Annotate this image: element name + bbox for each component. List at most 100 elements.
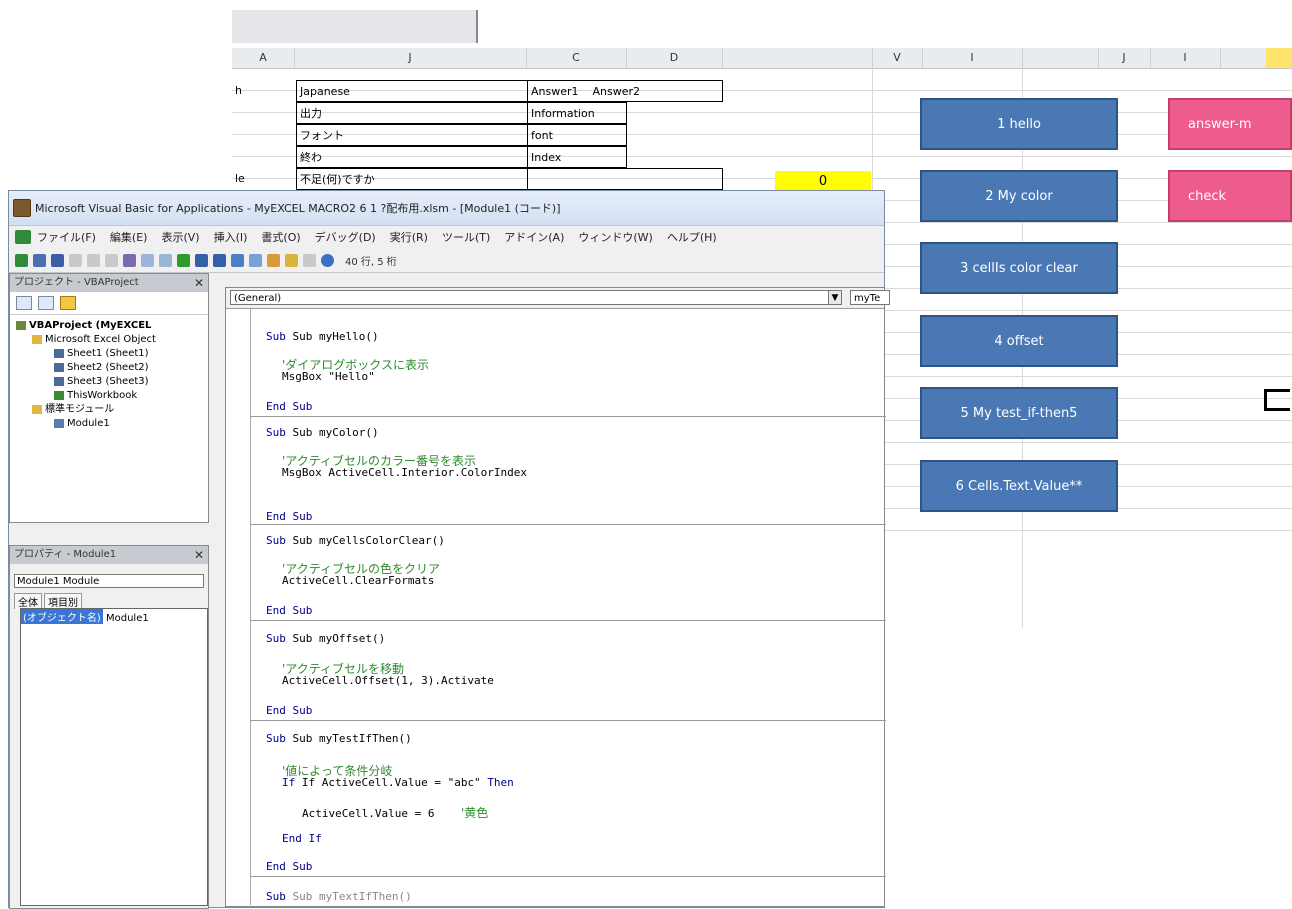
code-line[interactable]: End Sub bbox=[266, 604, 312, 617]
code-line[interactable]: End Sub bbox=[266, 704, 312, 717]
macro-button-check[interactable]: check bbox=[1168, 170, 1292, 222]
table-cell[interactable] bbox=[232, 146, 296, 168]
table-cell[interactable] bbox=[232, 102, 296, 124]
code-line[interactable]: ActiveCell.ClearFormats bbox=[282, 574, 434, 587]
tree-item-standard-modules[interactable]: 標準モジュール bbox=[32, 404, 114, 416]
table-cell[interactable] bbox=[527, 168, 723, 190]
macro-button-hello[interactable]: 1 hello bbox=[920, 98, 1118, 150]
menu-view[interactable]: 表示(V) bbox=[161, 229, 199, 245]
menu-run[interactable]: 実行(R) bbox=[390, 229, 428, 245]
table-cell[interactable]: 不足(何)ですか bbox=[296, 168, 528, 190]
project-explorer-icon[interactable] bbox=[249, 253, 262, 267]
paste-icon[interactable] bbox=[105, 253, 118, 267]
column-header[interactable] bbox=[1022, 48, 1099, 68]
tree-item-thisworkbook[interactable]: ThisWorkbook bbox=[54, 390, 137, 402]
run-icon[interactable] bbox=[177, 253, 190, 267]
table-cell[interactable]: h bbox=[232, 80, 296, 102]
pause-icon[interactable] bbox=[195, 253, 208, 267]
view-excel-icon[interactable] bbox=[15, 253, 28, 267]
macro-button-cells-text-value[interactable]: 6 Cells.Text.Value** bbox=[920, 460, 1118, 512]
find-icon[interactable] bbox=[123, 253, 136, 267]
help-icon[interactable] bbox=[321, 253, 334, 267]
tab-categorized[interactable]: 項目別 bbox=[44, 593, 82, 609]
code-line[interactable]: End Sub bbox=[266, 400, 312, 413]
macro-button-offset[interactable]: 4 offset bbox=[920, 315, 1118, 367]
code-line[interactable]: ActiveCell.Offset(1, 3).Activate bbox=[282, 674, 494, 687]
vbe-title-bar[interactable]: Microsoft Visual Basic for Applications … bbox=[9, 191, 884, 226]
menu-edit[interactable]: 編集(E) bbox=[110, 229, 148, 245]
tree-item-sheet3[interactable]: Sheet3 (Sheet3) bbox=[54, 376, 149, 388]
properties-icon[interactable] bbox=[267, 253, 280, 267]
undo-icon[interactable] bbox=[141, 253, 154, 267]
code-line[interactable]: Sub Sub myCellsColorClear() bbox=[266, 534, 445, 547]
table-cell[interactable]: 出力 bbox=[296, 102, 528, 124]
table-header-cell[interactable]: Japanese bbox=[296, 80, 528, 102]
column-header[interactable]: D bbox=[626, 48, 723, 68]
macro-button-answer[interactable]: answer-m bbox=[1168, 98, 1292, 150]
menu-debug[interactable]: デバッグ(D) bbox=[315, 229, 376, 245]
toggle-folders-icon[interactable] bbox=[60, 296, 76, 310]
menu-format[interactable]: 書式(O) bbox=[261, 229, 300, 245]
column-header[interactable] bbox=[722, 48, 873, 68]
menu-window[interactable]: ウィンドウ(W) bbox=[578, 229, 652, 245]
column-header[interactable]: J bbox=[1098, 48, 1151, 68]
view-code-icon[interactable] bbox=[16, 296, 32, 310]
excel-icon[interactable] bbox=[15, 230, 31, 244]
view-object-icon[interactable] bbox=[38, 296, 54, 310]
properties-object-select[interactable]: Module1 Module bbox=[14, 574, 204, 588]
tree-item-vbaproject[interactable]: VBAProject (MyEXCEL bbox=[16, 320, 151, 332]
properties-grid[interactable]: (オブジェクト名) Module1 bbox=[20, 608, 208, 906]
table-header-cell[interactable]: Answer1 Answer2 bbox=[527, 80, 723, 102]
redo-icon[interactable] bbox=[159, 253, 172, 267]
object-browser-icon[interactable] bbox=[285, 253, 298, 267]
menu-insert[interactable]: 挿入(I) bbox=[214, 229, 248, 245]
column-header[interactable]: C bbox=[526, 48, 627, 68]
code-line[interactable]: End Sub bbox=[266, 510, 312, 523]
menu-help[interactable]: ヘルプ(H) bbox=[667, 229, 717, 245]
code-line[interactable]: End If bbox=[282, 832, 322, 845]
code-line[interactable]: MsgBox ActiveCell.Interior.ColorIndex bbox=[282, 466, 527, 479]
table-cell[interactable]: Index bbox=[527, 146, 627, 168]
macro-button-my-color[interactable]: 2 My color bbox=[920, 170, 1118, 222]
table-cell[interactable]: font bbox=[527, 124, 627, 146]
tree-item-sheet1[interactable]: Sheet1 (Sheet1) bbox=[54, 348, 149, 360]
copy-icon[interactable] bbox=[87, 253, 100, 267]
tree-item-excel-objects[interactable]: Microsoft Excel Object bbox=[32, 334, 156, 346]
code-line[interactable]: Sub Sub myColor() bbox=[266, 426, 379, 439]
chevron-down-icon[interactable]: ▼ bbox=[828, 290, 842, 305]
macro-button-test-if-then[interactable]: 5 My test_if-then5 bbox=[920, 387, 1118, 439]
property-name-label[interactable]: (オブジェクト名) bbox=[21, 609, 103, 624]
tree-item-sheet2[interactable]: Sheet2 (Sheet2) bbox=[54, 362, 149, 374]
column-header[interactable]: I bbox=[1150, 48, 1221, 68]
code-line[interactable]: MsgBox "Hello" bbox=[282, 370, 375, 383]
procedure-combo[interactable]: myTe bbox=[850, 290, 890, 305]
close-icon[interactable]: ✕ bbox=[194, 274, 204, 292]
tree-item-module1[interactable]: Module1 bbox=[54, 418, 110, 430]
code-line[interactable]: If If ActiveCell.Value = "abc" Then bbox=[282, 776, 514, 789]
code-line[interactable]: Sub Sub myTextIfThen() bbox=[266, 890, 412, 903]
insert-module-icon[interactable] bbox=[33, 253, 46, 267]
code-line[interactable]: End Sub bbox=[266, 860, 312, 873]
close-icon[interactable]: ✕ bbox=[194, 546, 204, 564]
yellow-result-cell[interactable]: 0 bbox=[775, 171, 871, 191]
menu-tools[interactable]: ツール(T) bbox=[442, 229, 490, 245]
save-icon[interactable] bbox=[51, 253, 64, 267]
menu-addins[interactable]: アドイン(A) bbox=[504, 229, 564, 245]
code-line[interactable]: Sub Sub myHello() bbox=[266, 330, 379, 343]
table-cell[interactable]: le bbox=[232, 168, 296, 190]
object-combo[interactable]: (General) bbox=[230, 290, 830, 305]
cut-icon[interactable] bbox=[69, 253, 82, 267]
macro-button-color-clear[interactable]: 3 cellIs color clear bbox=[920, 242, 1118, 294]
design-mode-icon[interactable] bbox=[231, 253, 244, 267]
column-header[interactable]: J bbox=[294, 48, 527, 68]
property-name-value[interactable]: Module1 bbox=[106, 613, 149, 624]
code-line[interactable]: ActiveCell.Value = 6 '黄色 bbox=[302, 804, 488, 821]
reset-icon[interactable] bbox=[213, 253, 226, 267]
menu-file[interactable]: ファイル(F) bbox=[37, 229, 96, 245]
table-cell[interactable] bbox=[232, 124, 296, 146]
table-cell[interactable]: フォント bbox=[296, 124, 528, 146]
code-line[interactable]: Sub Sub myTestIfThen() bbox=[266, 732, 412, 745]
table-cell[interactable]: Information bbox=[527, 102, 627, 124]
tab-alphabetic[interactable]: 全体 bbox=[14, 593, 42, 609]
toolbox-icon[interactable] bbox=[303, 253, 316, 267]
